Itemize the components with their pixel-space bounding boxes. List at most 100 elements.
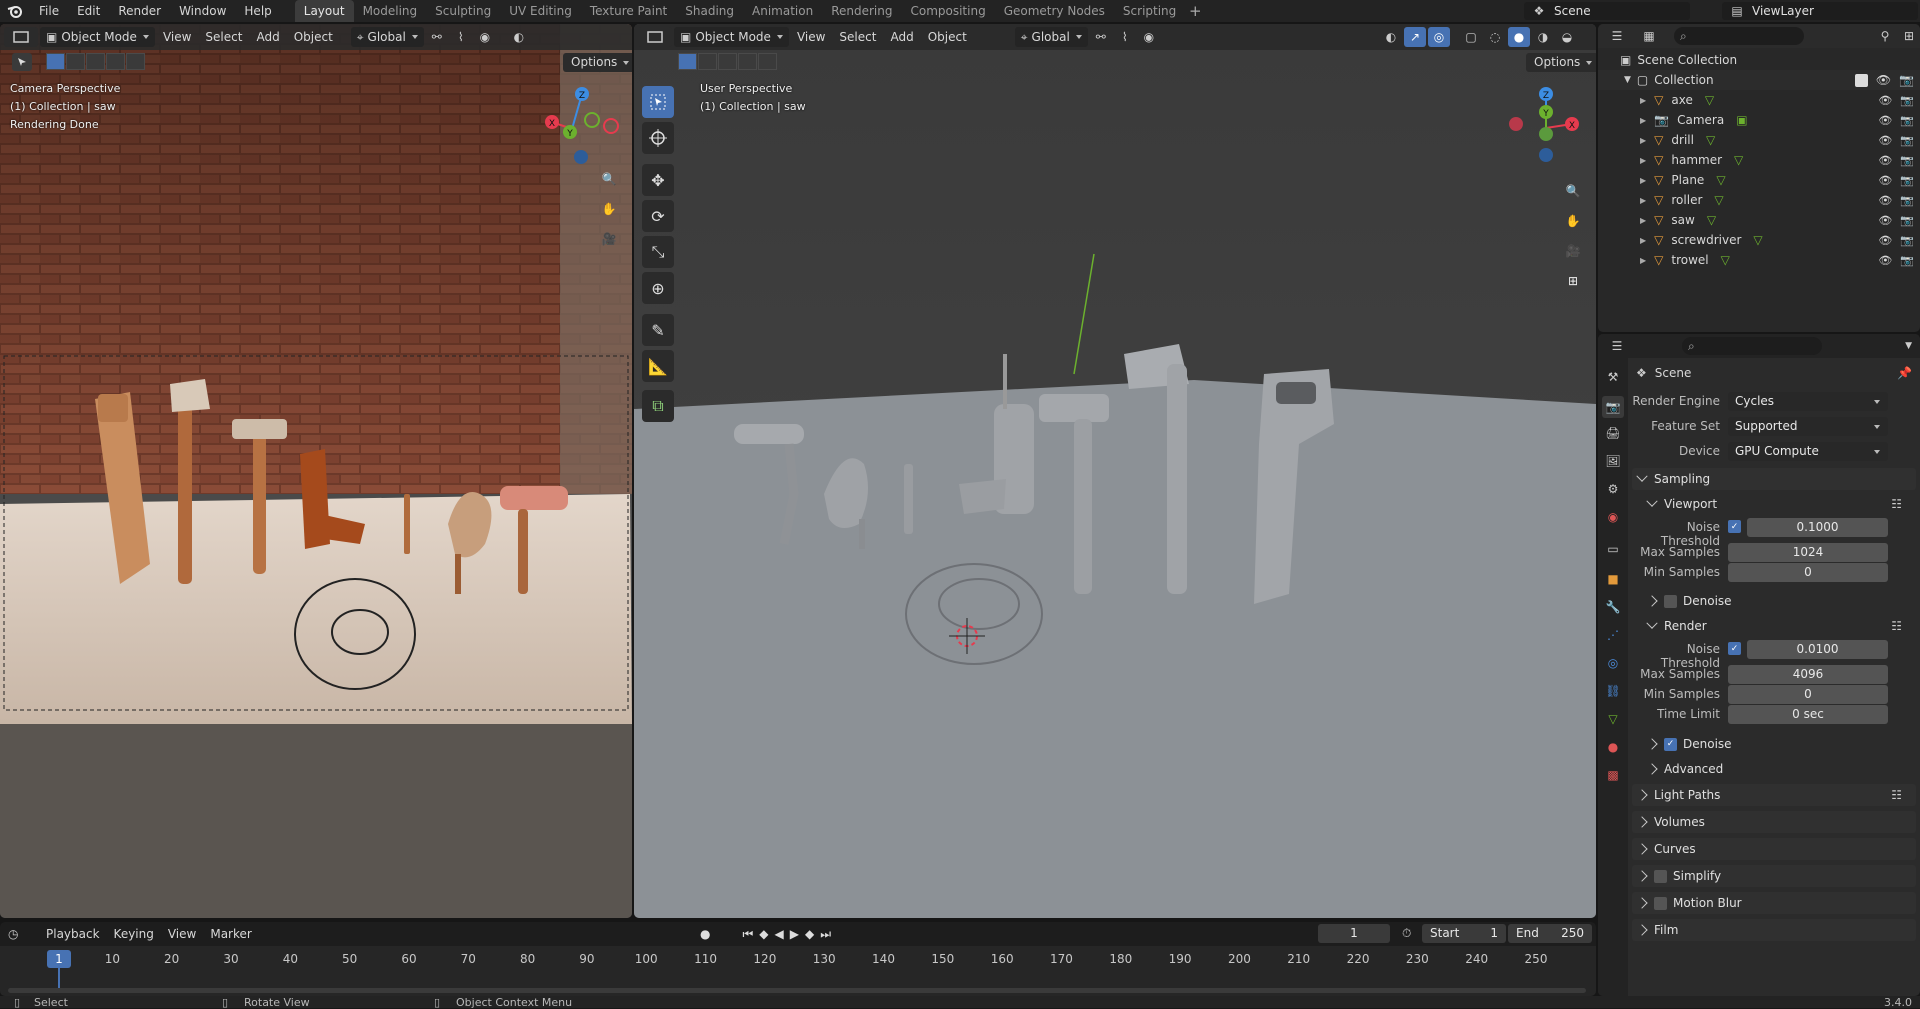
item-render-icon[interactable]: 📷 xyxy=(1900,154,1914,167)
menu-window[interactable]: Window xyxy=(170,0,235,22)
viewport-noise-field[interactable]: 0.1000 xyxy=(1747,518,1888,537)
left-mode-dropdown[interactable]: ▣ Object Mode xyxy=(40,27,155,47)
data-tab-icon[interactable]: ▽ xyxy=(1602,708,1624,730)
outliner-scene-collection[interactable]: ▣ Scene Collection xyxy=(1598,50,1920,70)
menu-help[interactable]: Help xyxy=(235,0,280,22)
outliner-search[interactable]: ⌕ xyxy=(1674,27,1804,45)
record-icon[interactable]: ● xyxy=(700,927,710,941)
timeline-view-menu[interactable]: View xyxy=(162,927,202,941)
select-box-tool-icon[interactable] xyxy=(642,86,674,118)
item-expand-icon[interactable]: ▶ xyxy=(1640,136,1646,145)
tab-animation[interactable]: Animation xyxy=(743,0,822,22)
render-noise-field[interactable]: 0.0100 xyxy=(1747,640,1888,659)
render-tab-icon[interactable]: 📷 xyxy=(1602,396,1624,418)
viewport-noise-checkbox[interactable]: ✓ xyxy=(1728,520,1741,533)
menu-file[interactable]: File xyxy=(30,0,68,22)
play-reverse-icon[interactable]: ◀ xyxy=(775,927,784,941)
shading-solid-icon[interactable]: ● xyxy=(1508,27,1530,47)
item-visibility-icon[interactable]: 👁 xyxy=(1878,234,1892,247)
tab-sculpting[interactable]: Sculpting xyxy=(426,0,500,22)
menu-edit[interactable]: Edit xyxy=(68,0,109,22)
viewport-presets-icon[interactable]: ☷ xyxy=(1891,497,1902,511)
jump-start-icon[interactable]: ⏮ xyxy=(742,927,753,942)
outliner-item-screwdriver[interactable]: ▶ ▽ screwdriver ▽ 👁 📷 xyxy=(1598,230,1920,250)
outliner-item-drill[interactable]: ▶ ▽ drill ▽ 👁 📷 xyxy=(1598,130,1920,150)
left-menu-select[interactable]: Select xyxy=(199,27,248,47)
item-expand-icon[interactable]: ▶ xyxy=(1640,156,1646,165)
collection-expand-icon[interactable]: ▼ xyxy=(1624,75,1631,85)
item-render-icon[interactable]: 📷 xyxy=(1900,234,1914,247)
viewport-max-field[interactable]: 1024 xyxy=(1728,543,1888,562)
select-mode-intersect-icon[interactable] xyxy=(126,53,145,70)
measure-tool-icon[interactable]: 📐 xyxy=(642,350,674,382)
tool-tab-icon[interactable]: ⚒ xyxy=(1602,366,1624,388)
tab-shading[interactable]: Shading xyxy=(676,0,743,22)
panel-presets-icon[interactable]: ☷ xyxy=(1891,788,1902,802)
left-menu-object[interactable]: Object xyxy=(288,27,339,47)
viewport-denoise-checkbox[interactable] xyxy=(1664,594,1677,608)
shading-rendered-icon[interactable]: ◒ xyxy=(1556,27,1578,47)
left-options-dropdown[interactable]: Options xyxy=(563,53,632,72)
item-render-icon[interactable]: 📷 xyxy=(1900,94,1914,107)
outliner-filter-icon[interactable]: ⚲ xyxy=(1874,26,1896,46)
render-engine-dropdown[interactable]: Cycles xyxy=(1728,392,1888,411)
right-select-mode-extend-icon[interactable] xyxy=(698,53,717,70)
right-pan-hand-icon[interactable]: ✋ xyxy=(1560,208,1586,234)
outliner-item-axe[interactable]: ▶ ▽ axe ▽ 👁 📷 xyxy=(1598,90,1920,110)
current-frame-field[interactable]: 1 xyxy=(1318,924,1390,943)
item-render-icon[interactable]: 📷 xyxy=(1900,254,1914,267)
jump-end-icon[interactable]: ⏭ xyxy=(820,927,831,942)
timeline-scrollbar[interactable] xyxy=(8,988,1586,993)
item-visibility-icon[interactable]: 👁 xyxy=(1878,254,1892,267)
right-options-dropdown[interactable]: Options xyxy=(1526,53,1596,72)
panel-enable-checkbox[interactable] xyxy=(1654,869,1667,883)
rotate-tool-icon[interactable]: ⟳ xyxy=(642,200,674,232)
select-mode-invert-icon[interactable] xyxy=(106,53,125,70)
outliner-collection[interactable]: ▼ ▢ Collection 👁 📷 xyxy=(1598,70,1920,90)
right-select-mode-invert-icon[interactable] xyxy=(738,53,757,70)
xray-icon[interactable]: ▢ xyxy=(1460,27,1482,47)
right-editor-type-icon[interactable] xyxy=(638,27,672,47)
frame-indicator[interactable]: 1 xyxy=(47,950,71,968)
constraints-tab-icon[interactable]: ⛓ xyxy=(1602,680,1624,702)
viewport-denoise-header[interactable]: Denoise xyxy=(1642,590,1916,612)
particles-tab-icon[interactable]: ⋰ xyxy=(1602,624,1624,646)
select-mode-extend-icon[interactable] xyxy=(66,53,85,70)
right-zoom-icon[interactable]: 🔍 xyxy=(1560,178,1586,204)
left-snap-icon[interactable]: ⌇ xyxy=(450,27,472,47)
item-visibility-icon[interactable]: 👁 xyxy=(1878,114,1892,127)
gizmo-toggle-icon[interactable]: ↗ xyxy=(1404,27,1426,47)
shading-material-icon[interactable]: ◑ xyxy=(1532,27,1554,47)
item-visibility-icon[interactable]: 👁 xyxy=(1878,194,1892,207)
tab-uv-editing[interactable]: UV Editing xyxy=(500,0,581,22)
item-render-icon[interactable]: 📷 xyxy=(1900,114,1914,127)
right-select-mode-intersect-icon[interactable] xyxy=(758,53,777,70)
blender-logo-icon[interactable] xyxy=(0,0,30,22)
left-menu-add[interactable]: Add xyxy=(250,27,285,47)
end-frame-field[interactable]: End 250 xyxy=(1508,924,1592,943)
outliner-item-roller[interactable]: ▶ ▽ roller ▽ 👁 📷 xyxy=(1598,190,1920,210)
outliner-item-camera[interactable]: ▶ 📷 Camera ▣ 👁 📷 xyxy=(1598,110,1920,130)
collection-exclude-checkbox[interactable] xyxy=(1854,73,1868,87)
right-menu-add[interactable]: Add xyxy=(884,27,919,47)
right-menu-object[interactable]: Object xyxy=(922,27,973,47)
render-presets-icon[interactable]: ☷ xyxy=(1891,619,1902,633)
render-min-field[interactable]: 0 xyxy=(1728,685,1888,704)
right-mode-dropdown[interactable]: ▣ Object Mode xyxy=(674,27,789,47)
start-frame-field[interactable]: Start 1 xyxy=(1422,924,1506,943)
item-render-icon[interactable]: 📷 xyxy=(1900,214,1914,227)
properties-editor-icon[interactable]: ☰ xyxy=(1602,336,1632,356)
left-zoom-icon[interactable]: 🔍 xyxy=(596,166,622,192)
world-tab-icon[interactable]: ◉ xyxy=(1602,506,1624,528)
viewport-min-field[interactable]: 0 xyxy=(1728,563,1888,582)
outliner-item-trowel[interactable]: ▶ ▽ trowel ▽ 👁 📷 xyxy=(1598,250,1920,270)
right-menu-view[interactable]: View xyxy=(791,27,831,47)
item-visibility-icon[interactable]: 👁 xyxy=(1878,134,1892,147)
panel-simplify[interactable]: Simplify xyxy=(1632,865,1916,887)
left-pan-hand-icon[interactable]: ✋ xyxy=(596,196,622,222)
collection-render-icon[interactable]: 📷 xyxy=(1899,73,1914,87)
tab-geometry-nodes[interactable]: Geometry Nodes xyxy=(995,0,1114,22)
timeline-editor-icon[interactable]: ◷ xyxy=(8,927,38,941)
item-visibility-icon[interactable]: 👁 xyxy=(1878,154,1892,167)
left-pivot-icon[interactable]: ⚯ xyxy=(426,27,448,47)
